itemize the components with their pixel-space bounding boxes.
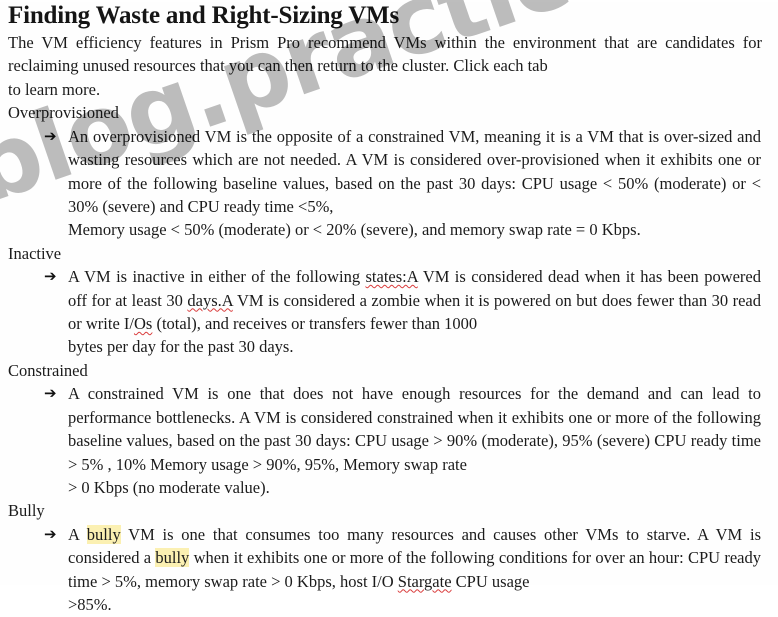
page-title: Finding Waste and Right-Sizing VMs — [8, 2, 399, 29]
intro-text: The VM efficiency features in Prism Pro … — [8, 33, 762, 76]
bullet-text-bully: A bully VM is one that consumes too many… — [68, 523, 762, 617]
bullet-item-constrained: ➔ A constrained VM is one that does not … — [8, 382, 762, 499]
section-heading-bully: Bully — [8, 499, 762, 522]
bullet-body-part-1: A VM is inactive in either of the follow… — [68, 267, 366, 287]
bullet-last-line: bytes per day for the past 30 days. — [68, 337, 294, 357]
bullet-body-part-1: A — [68, 524, 87, 544]
bullet-last-line: >85%. — [68, 595, 112, 615]
section-heading-label: Inactive — [8, 243, 62, 263]
arrow-bullet-icon: ➔ — [44, 524, 57, 543]
spellcheck-flagged-os: Os — [133, 314, 153, 334]
highlight-bully-1: bully — [86, 524, 121, 544]
bullet-last-line: Memory usage < 50% (moderate) or < 20% (… — [68, 220, 641, 240]
section-heading-constrained: Constrained — [8, 359, 762, 382]
bullet-text-constrained: A constrained VM is one that does not ha… — [68, 382, 762, 499]
intro-last-line: to learn more. — [8, 79, 101, 99]
section-heading-inactive: Inactive — [8, 242, 762, 265]
spellcheck-flagged-days: days.A — [187, 290, 233, 310]
bullet-item-inactive: ➔ A VM is inactive in either of the foll… — [8, 265, 762, 359]
bullet-body: A constrained VM is one that does not ha… — [68, 384, 761, 474]
bullet-last-line: > 0 Kbps (no moderate value). — [68, 478, 270, 498]
section-heading-label: Overprovisioned — [8, 103, 119, 123]
arrow-bullet-icon: ➔ — [44, 267, 57, 286]
bullet-body-part-4: CPU usage — [451, 571, 530, 591]
section-heading-label: Constrained — [8, 360, 88, 380]
arrow-bullet-icon: ➔ — [44, 384, 57, 403]
document-content: Finding Waste and Right-Sizing VMs The V… — [8, 2, 762, 617]
intro-paragraph: The VM efficiency features in Prism Pro … — [8, 31, 762, 101]
bullet-text-overprovisioned: An overprovisioned VM is the opposite of… — [68, 125, 762, 242]
bullet-body-part-4: (total), and receives or transfers fewer… — [152, 314, 478, 334]
bullet-text-inactive: A VM is inactive in either of the follow… — [68, 265, 762, 359]
document-page: blog.practicematerial.com Finding Waste … — [0, 0, 778, 614]
spellcheck-flagged-stargate: Stargate — [397, 571, 452, 591]
bullet-item-bully: ➔ A bully VM is one that consumes too ma… — [8, 523, 762, 617]
section-heading-label: Bully — [8, 501, 45, 521]
spellcheck-flagged-states: states:A — [365, 267, 418, 287]
section-heading-overprovisioned: Overprovisioned — [8, 101, 762, 124]
arrow-bullet-icon: ➔ — [44, 126, 57, 145]
bullet-body: An overprovisioned VM is the opposite of… — [68, 126, 761, 216]
highlight-bully-2: bully — [155, 548, 190, 568]
bullet-item-overprovisioned: ➔ An overprovisioned VM is the opposite … — [8, 125, 762, 242]
